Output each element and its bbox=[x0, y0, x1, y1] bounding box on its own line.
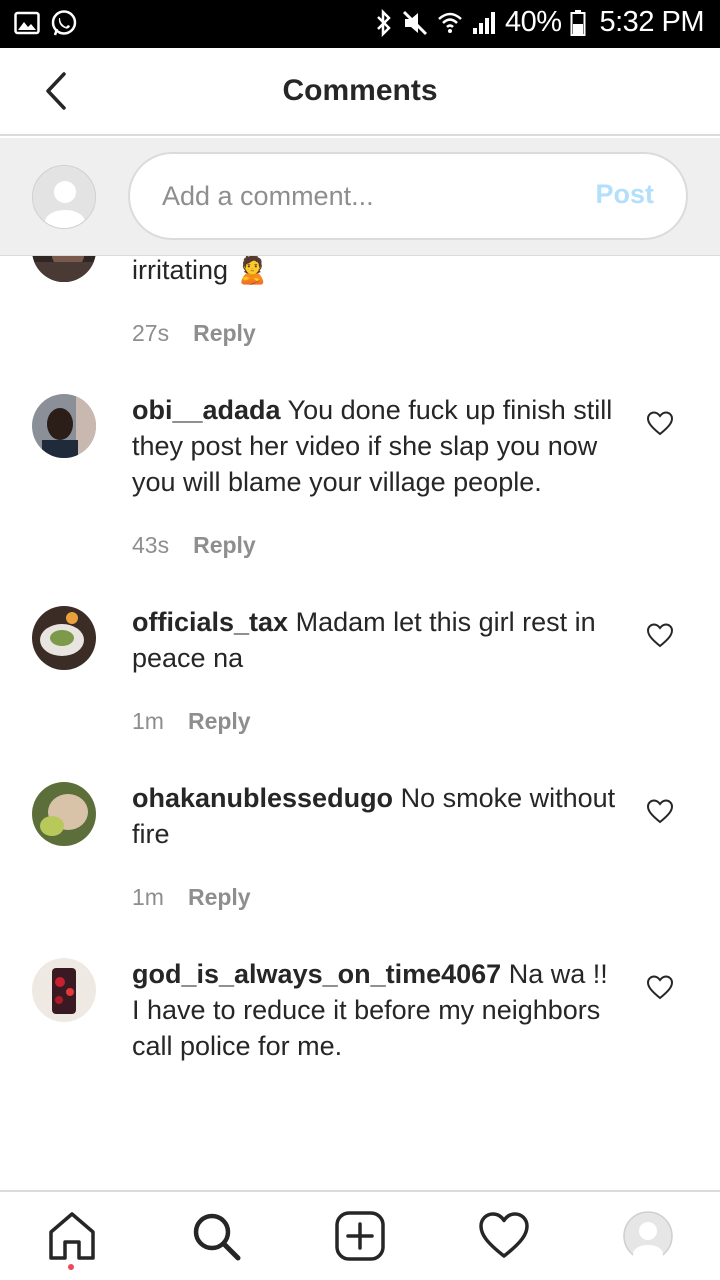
avatar[interactable] bbox=[32, 958, 96, 1022]
comment-username[interactable]: obi__adada bbox=[132, 395, 281, 425]
signal-icon bbox=[472, 11, 495, 34]
reply-button[interactable]: Reply bbox=[193, 532, 256, 559]
comment-body: irritating 🙎 bbox=[132, 256, 270, 285]
comment-time: 1m bbox=[132, 884, 164, 910]
like-button[interactable] bbox=[646, 410, 674, 438]
nav-search[interactable] bbox=[190, 1210, 242, 1262]
profile-photo-icon bbox=[32, 256, 96, 282]
comment-meta: 1m Reply bbox=[132, 884, 251, 911]
status-right: 40% 5:32 PM bbox=[375, 6, 704, 39]
nav-profile[interactable] bbox=[622, 1210, 674, 1263]
like-button[interactable] bbox=[646, 622, 674, 650]
post-button[interactable]: Post bbox=[595, 179, 654, 210]
avatar[interactable] bbox=[32, 394, 96, 458]
heart-icon bbox=[646, 623, 674, 648]
home-icon bbox=[49, 1212, 95, 1260]
comment-composer: Post bbox=[0, 138, 720, 256]
comment-meta: 27s Reply bbox=[132, 320, 256, 347]
nav-home[interactable] bbox=[46, 1210, 98, 1262]
comment-input[interactable] bbox=[162, 178, 562, 214]
page-title: Comments bbox=[282, 74, 438, 107]
avatar[interactable] bbox=[32, 606, 96, 670]
default-avatar-icon bbox=[33, 166, 95, 228]
like-button[interactable] bbox=[646, 974, 674, 1002]
gallery-icon bbox=[14, 11, 40, 35]
comment-text: officials_tax Madam let this girl rest i… bbox=[132, 604, 622, 676]
heart-icon bbox=[646, 799, 674, 824]
comment-text: god_is_always_on_time4067 Na wa !! I hav… bbox=[132, 956, 622, 1064]
profile-icon bbox=[623, 1211, 673, 1263]
profile-photo-icon bbox=[32, 782, 96, 846]
comment-time: 1m bbox=[132, 708, 164, 734]
reply-button[interactable]: Reply bbox=[193, 320, 256, 347]
comments-header: Comments bbox=[0, 48, 720, 136]
avatar[interactable] bbox=[32, 256, 96, 282]
comments-list[interactable]: irritating 🙎 27s Reply obi__adada You do… bbox=[0, 256, 720, 1190]
new-post-icon bbox=[335, 1211, 385, 1261]
nav-activity[interactable] bbox=[478, 1210, 530, 1262]
comment-text: irritating 🙎 bbox=[132, 256, 622, 288]
reply-button[interactable]: Reply bbox=[188, 708, 251, 735]
comment-text: ohakanublessedugo No smoke without fire bbox=[132, 780, 622, 852]
status-bar: 40% 5:32 PM bbox=[0, 0, 720, 48]
profile-photo-icon bbox=[32, 958, 96, 1022]
avatar bbox=[32, 165, 96, 229]
comment-time: 27s bbox=[132, 320, 170, 346]
comment-username[interactable]: god_is_always_on_time4067 bbox=[132, 959, 501, 989]
heart-icon bbox=[646, 975, 674, 1000]
search-icon bbox=[193, 1213, 241, 1261]
heart-icon bbox=[646, 411, 674, 436]
bottom-nav bbox=[0, 1190, 720, 1280]
notification-dot bbox=[68, 1264, 74, 1270]
comment-box: Post bbox=[128, 152, 688, 240]
whatsapp-icon bbox=[51, 10, 77, 36]
profile-photo-icon bbox=[32, 606, 96, 670]
nav-new-post[interactable] bbox=[334, 1210, 386, 1262]
comment-meta: 43s Reply bbox=[132, 532, 256, 559]
like-button[interactable] bbox=[646, 798, 674, 826]
battery-percent: 40% bbox=[504, 6, 562, 38]
bluetooth-icon bbox=[377, 8, 391, 37]
profile-photo-icon bbox=[32, 394, 96, 458]
comment-text: obi__adada You done fuck up finish still… bbox=[132, 392, 622, 500]
comment-time: 43s bbox=[132, 532, 170, 558]
comment-username[interactable]: officials_tax bbox=[132, 607, 288, 637]
avatar[interactable] bbox=[32, 782, 96, 846]
status-left-icons bbox=[14, 9, 78, 37]
wifi-icon bbox=[438, 12, 462, 33]
comment-meta: 1m Reply bbox=[132, 708, 251, 735]
status-time: 5:32 PM bbox=[599, 6, 705, 38]
reply-button[interactable]: Reply bbox=[188, 884, 251, 911]
activity-icon bbox=[479, 1212, 529, 1258]
comment-username[interactable]: ohakanublessedugo bbox=[132, 783, 393, 813]
mute-icon bbox=[402, 10, 428, 35]
battery-icon bbox=[570, 9, 585, 36]
